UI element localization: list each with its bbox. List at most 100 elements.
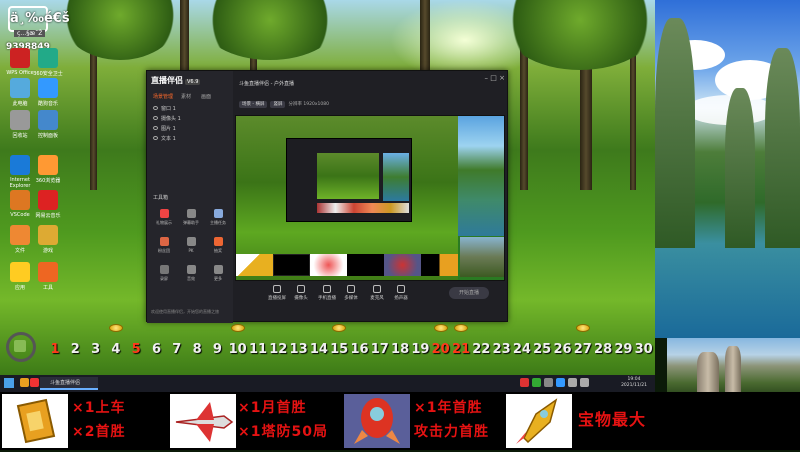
maximize-icon[interactable]: □ [490,74,497,82]
system-clock[interactable]: 19:04 2021/11/21 [621,377,647,389]
gift-rewards-bar: ×1上车 ×2首胜 ×1月首胜 ×1塔防50局 ×1年首胜 攻击力首胜 宝物最大 [0,392,800,450]
wifi-icon[interactable] [568,378,577,387]
scene-portrait-button[interactable]: 竖屏 [270,101,286,108]
calendar-day: 23 [492,342,511,357]
tab-scene[interactable]: 场景管理 [153,93,173,100]
camera-icon [297,285,305,293]
desktop-background: ä¸‰é€š ç…§æ˜Ž 9398849 WPS Office 360安全卫士此… [0,0,655,375]
preview-gift-cell [347,254,384,276]
source-item[interactable]: 文本 1 [153,135,229,144]
microphone-button[interactable]: 麦克风 [365,285,389,301]
microphone-icon [373,285,381,293]
tool-icon [213,265,223,274]
tool-button[interactable]: 礼物展示 [151,209,177,231]
volume-icon[interactable] [580,378,589,387]
tool-icon [186,237,196,246]
phone-live-button[interactable]: 手机直播 [315,285,339,301]
tool-button[interactable]: 抽奖 [205,237,231,259]
tray-icon[interactable] [520,378,529,387]
tool-icon [159,209,169,218]
calendar-day: 2 [70,342,80,357]
desktop-icon[interactable] [38,48,58,68]
coin-icon [108,324,123,332]
start-live-button[interactable]: 开始直播 [449,287,489,299]
status-line: 欢迎使用直播伴侣，开始您的直播之旅 [151,309,219,314]
desktop-icon[interactable] [38,262,58,282]
tool-icon [186,209,196,218]
tab-screen[interactable]: 画面 [201,93,211,100]
scene-landscape-button[interactable]: 场景 - 横屏 [239,101,268,108]
logo-text: ä¸‰é€š [8,6,70,32]
source-toolbar: 直播投屏 摄像头 手机直播 多媒体 麦克风 扬声器 开始直播 [235,283,505,321]
desktop-icon-label: 控制面板 [37,133,58,139]
nested-side [383,153,409,201]
desktop-icon[interactable] [10,155,30,175]
calendar-day: 29 [614,342,633,357]
desktop-icon[interactable] [10,48,30,68]
tray-icon[interactable] [532,378,541,387]
desktop-icon[interactable] [38,155,58,175]
coin-icon [230,324,245,332]
version-badge[interactable]: V6.9 [185,79,201,85]
desktop-icon-label: 360安全卫士 [33,71,63,77]
tool-label: PK [188,248,194,253]
close-icon[interactable]: × [499,74,505,82]
tool-button[interactable]: 更多 [205,265,231,287]
calendar-day: 6 [151,342,162,357]
stream-preview[interactable] [235,115,505,281]
desktop-icon[interactable] [38,225,58,245]
eye-icon[interactable] [153,116,158,120]
tool-button[interactable]: 弹幕助手 [178,209,204,231]
coin-icon [433,324,448,332]
tray-icon[interactable] [544,378,553,387]
browser-icon[interactable] [30,378,39,387]
desktop-icon[interactable] [10,225,30,245]
source-label: 窗口 1 [161,106,176,112]
logo-sub: ç…§æ˜Ž [14,30,46,37]
scene-info: 分辨率 1920x1080 [288,102,329,107]
tool-button[interactable]: 主播任务 [205,209,231,231]
file-explorer-icon[interactable] [20,378,29,387]
app-left-panel: 直播伴侣 V6.9 场景管理 素材 画面 窗口 1 摄像头 1 图片 1 文本 1… [147,71,233,323]
source-item[interactable]: 窗口 1 [153,105,229,114]
preview-gift-cell [421,254,458,276]
nested-gift-strip [317,203,409,213]
tool-button[interactable]: 粉丝团 [151,237,177,259]
desktop-icon[interactable] [10,78,30,98]
desktop-icon[interactable] [38,78,58,98]
calendar-day: 8 [192,342,202,357]
jet-plane-icon [175,402,234,442]
tool-button[interactable]: 录屏 [151,265,177,287]
media-button[interactable]: 多媒体 [339,285,363,301]
tool-button[interactable]: 音效 [178,265,204,287]
minimize-icon[interactable]: – [485,74,489,82]
tool-label: 更多 [214,276,222,281]
speaker-button[interactable]: 扬声器 [389,285,413,301]
screen-cast-button[interactable]: 直播投屏 [265,285,289,301]
preview-side-image [458,116,504,236]
tool-label: 礼物展示 [156,220,172,225]
eye-icon[interactable] [153,106,158,110]
calendar-day: 12 [269,342,288,357]
tool-icon [159,265,169,274]
camera-button[interactable]: 摄像头 [289,285,313,301]
tool-button[interactable]: PK [178,237,204,259]
desktop-icon[interactable] [38,190,58,210]
taskbar-app-live-companion[interactable]: 斗鱼直播伴侣 [40,377,98,390]
tray-icon[interactable] [556,378,565,387]
jet-plane-image [170,394,236,448]
tab-material[interactable]: 素材 [181,93,191,100]
source-item[interactable]: 摄像头 1 [153,115,229,124]
live-companion-window: 直播伴侣 V6.9 场景管理 素材 画面 窗口 1 摄像头 1 图片 1 文本 1… [146,70,508,323]
desktop-icon-label: 游戏 [42,248,53,254]
desktop-icon[interactable] [10,110,30,130]
desktop-icon[interactable] [10,190,30,210]
source-item[interactable]: 图片 1 [153,125,229,134]
desktop-icon[interactable] [38,110,58,130]
eye-icon[interactable] [153,136,158,140]
mountain-peak [765,48,800,248]
eye-icon[interactable] [153,126,158,130]
desktop-icon[interactable] [10,262,30,282]
windows-start-icon[interactable] [4,378,14,388]
gift-text: ×1月首胜 ×1塔防50局 [238,400,328,440]
